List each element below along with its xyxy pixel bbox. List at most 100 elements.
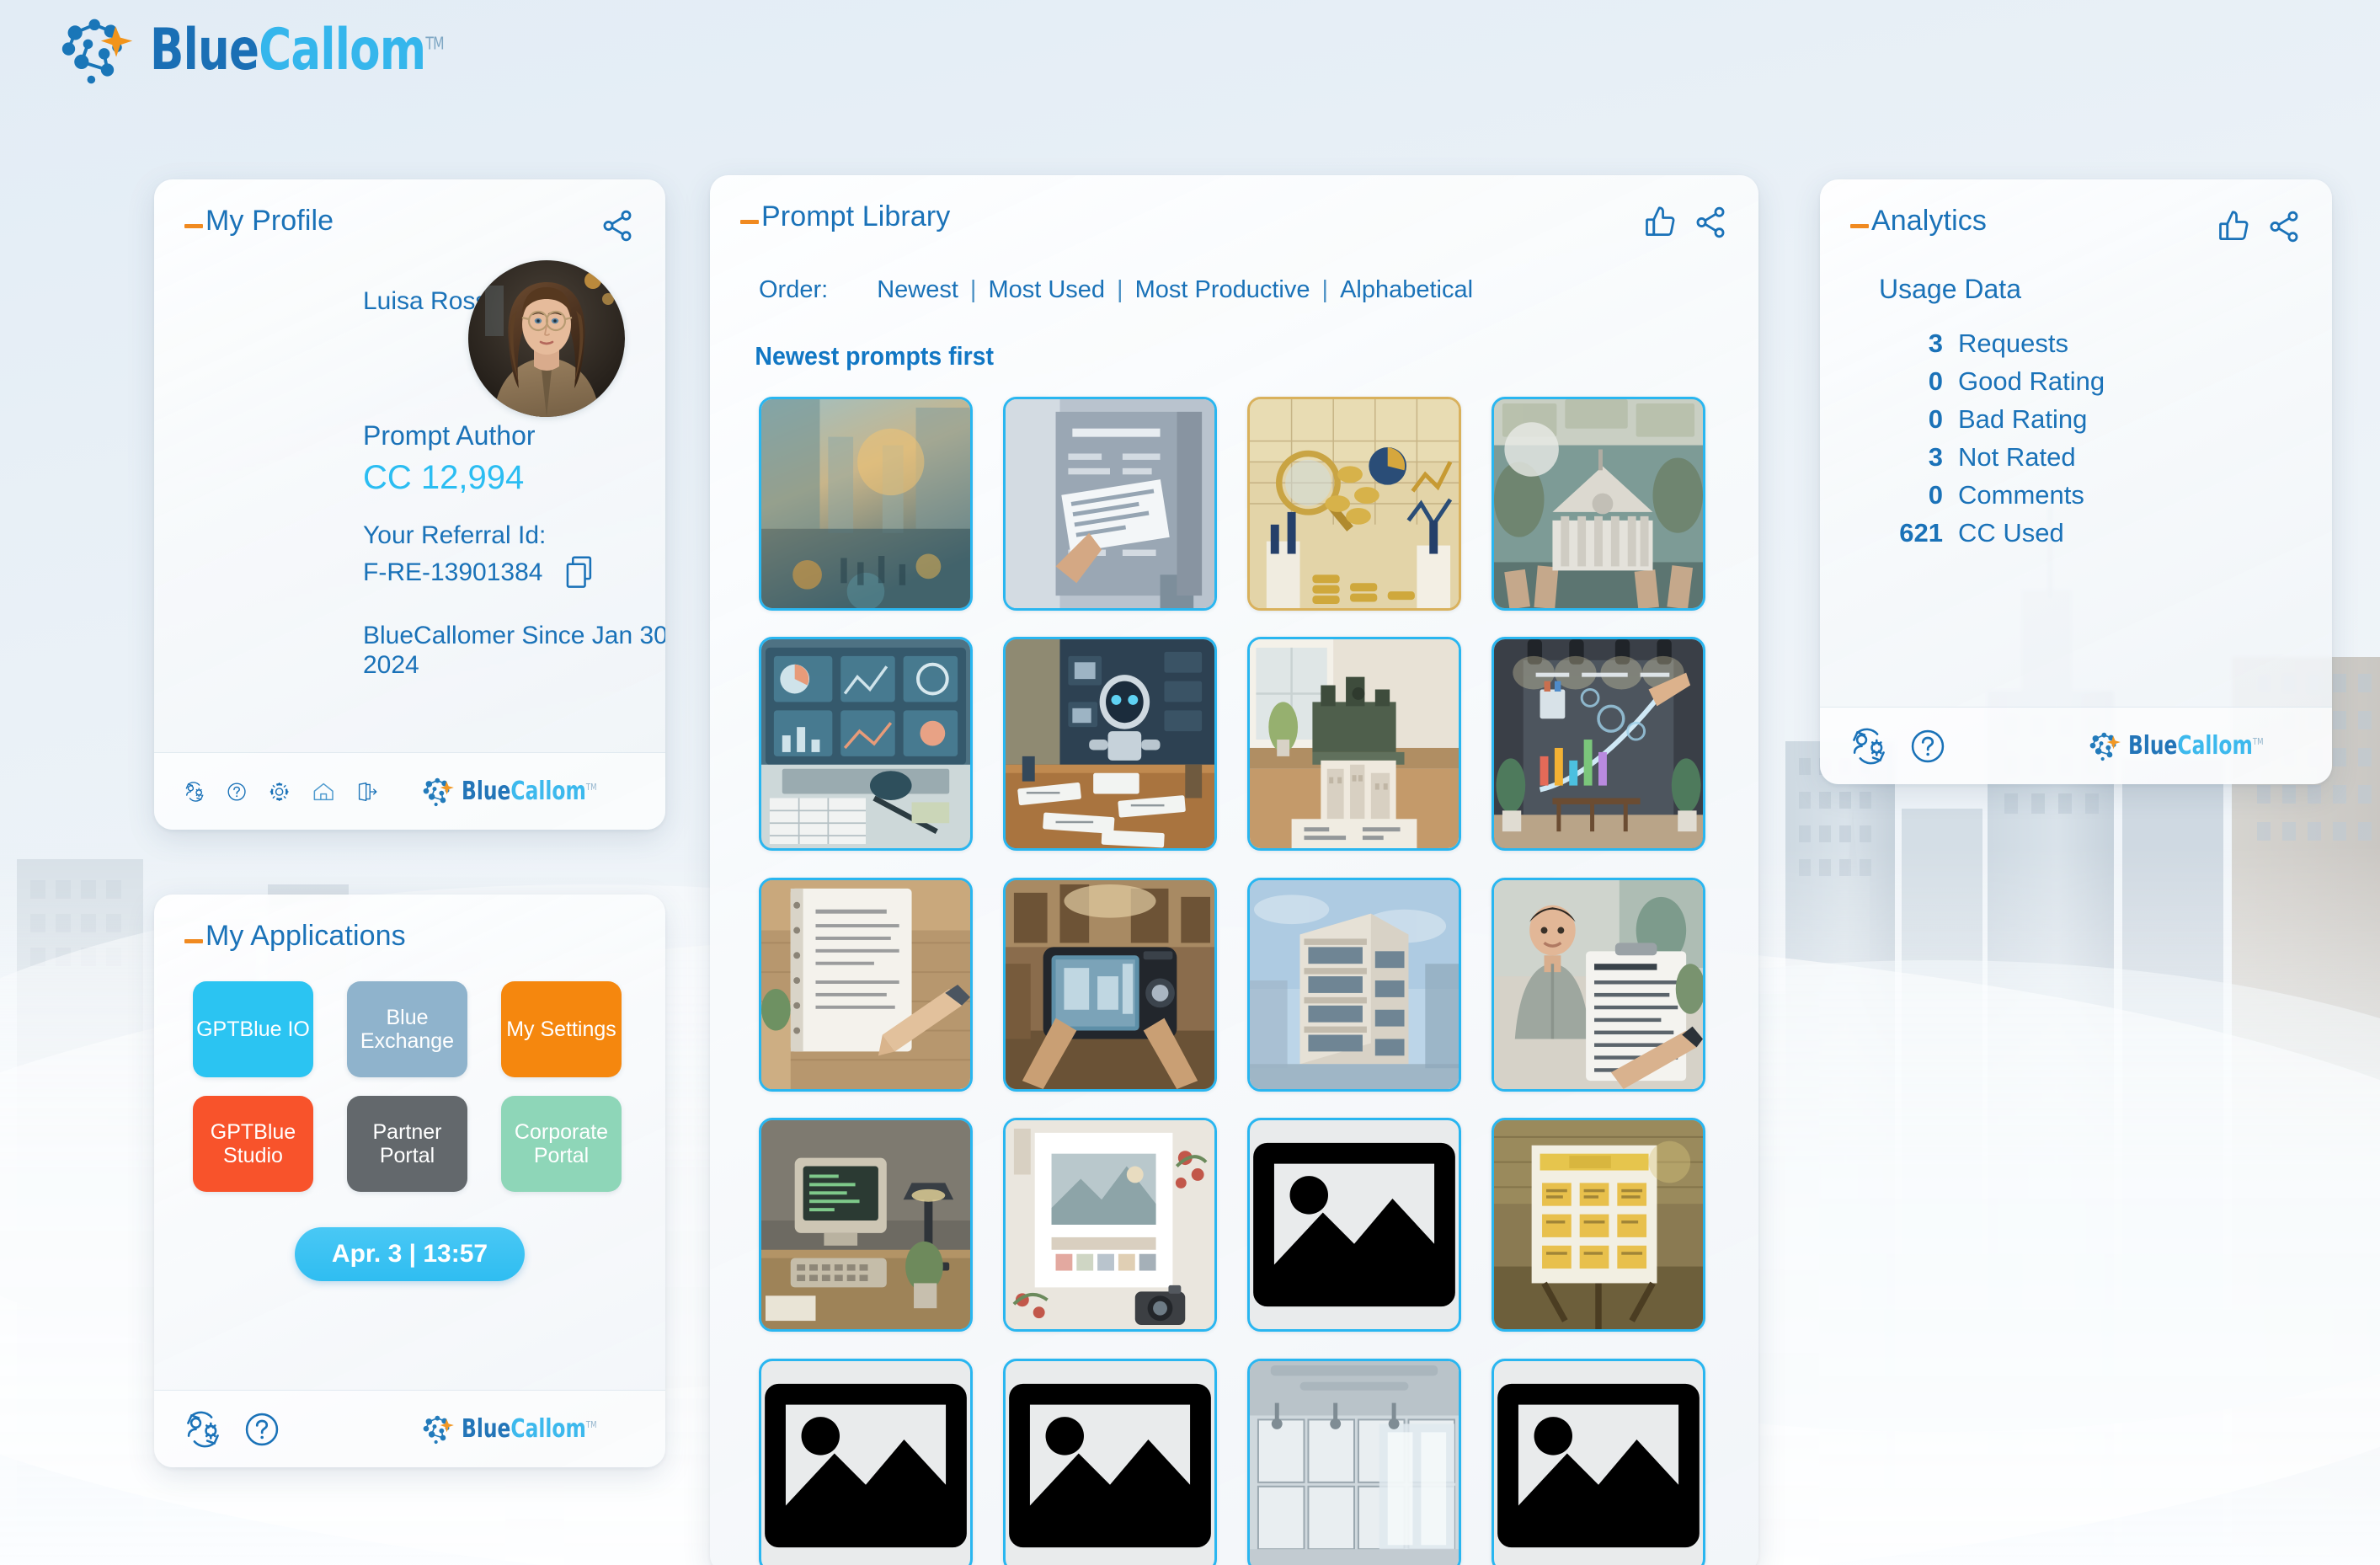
bluecallom-logo-mark-small — [423, 1415, 455, 1444]
thumb-glass-office-interior — [1250, 1360, 1459, 1565]
prompt-thumbnail[interactable] — [1003, 397, 1217, 611]
thumbs-up-icon[interactable] — [2216, 208, 2253, 245]
copy-icon[interactable] — [564, 555, 596, 590]
bluecallom-logo-mark — [61, 19, 133, 84]
stat-row-requests: 3 Requests — [1879, 328, 2332, 359]
date-pill-wrap: Apr. 3 | 13:57 — [193, 1227, 627, 1281]
avatar[interactable] — [468, 260, 625, 417]
help-icon[interactable] — [243, 1411, 280, 1448]
order-option-most-used[interactable]: Most Used — [988, 276, 1105, 304]
prompt-thumbnail[interactable] — [1492, 877, 1705, 1092]
order-label: Order: — [759, 276, 829, 303]
analytics-card-footer: BlueCallomTM — [1820, 707, 2332, 784]
footer-word-blue: Blue — [2128, 730, 2178, 761]
title-dash-marker — [740, 220, 759, 224]
apps-body: GPTBlue IO Blue Exchange My Settings GPT… — [154, 953, 665, 1390]
prompt-thumbnail[interactable] — [1247, 637, 1461, 852]
app-tile-gptblue-studio[interactable]: GPTBlue Studio — [193, 1096, 313, 1192]
order-option-alphabetical[interactable]: Alphabetical — [1340, 276, 1473, 304]
footer-word-blue: Blue — [462, 1413, 511, 1444]
thumb-futuristic-city — [761, 399, 970, 608]
app-tile-blue-exchange[interactable]: Blue Exchange — [347, 981, 467, 1077]
app-tile-partner-portal[interactable]: Partner Portal — [347, 1096, 467, 1192]
help-icon[interactable] — [227, 773, 247, 810]
thumb-notebook-writing — [761, 879, 970, 1089]
order-option-most-productive[interactable]: Most Productive — [1135, 276, 1310, 304]
footer-wordmark: BlueCallomTM — [2128, 730, 2264, 761]
app-tile-label: Blue Exchange — [360, 1005, 455, 1054]
apps-card-footer: BlueCallomTM — [154, 1390, 665, 1467]
stat-label: Bad Rating — [1958, 404, 2088, 434]
prompt-thumbnail[interactable] — [1003, 637, 1217, 852]
profile-role: Prompt Author — [363, 420, 536, 451]
stat-value: 0 — [1928, 404, 1943, 434]
prompt-thumbnail[interactable] — [1247, 1358, 1461, 1565]
help-icon[interactable] — [1909, 728, 1946, 765]
user-switch-icon[interactable] — [184, 773, 205, 810]
user-switch-icon[interactable] — [184, 1411, 221, 1448]
my-applications-card: My Applications GPTBlue IO Blue Exchange… — [154, 895, 665, 1467]
prompt-thumbnail-placeholder[interactable] — [1247, 1118, 1461, 1333]
prompt-thumbnail-placeholder[interactable] — [1492, 1358, 1705, 1565]
prompt-thumbnail[interactable] — [1003, 1118, 1217, 1333]
stat-label: CC Used — [1958, 518, 2064, 547]
library-header-icons — [1642, 200, 1728, 241]
thumb-invoice-presentation — [1006, 399, 1214, 608]
analytics-body: Usage Data 3 Requests 0 Good Rating 0 Ba… — [1820, 245, 2332, 707]
share-icon[interactable] — [1693, 205, 1728, 240]
user-switch-icon[interactable] — [1850, 728, 1887, 765]
brand-logo: BlueCallomTM — [57, 12, 526, 89]
prompt-thumbnail[interactable] — [1492, 1118, 1705, 1333]
order-row: Order: Newest | Most Used | Most Product… — [710, 241, 1758, 304]
library-card-title-wrap: Prompt Library — [740, 200, 950, 233]
stat-label: Not Rated — [1958, 442, 2076, 472]
order-options: Newest | Most Used | Most Productive | A… — [877, 276, 1473, 304]
image-placeholder-icon — [1497, 1383, 1700, 1547]
footer-wordmark: BlueCallomTM — [462, 778, 597, 804]
order-separator: | — [1117, 276, 1123, 303]
profile-referral-row: F-RE-13901384 — [363, 555, 596, 590]
prompt-thumbnail[interactable] — [759, 1118, 973, 1333]
footer-word-callom: Callom — [2177, 730, 2254, 761]
prompt-library-card: Prompt Library Order: Newest | Most Used — [710, 175, 1758, 1565]
footer-brand-logo: BlueCallomTM — [421, 1413, 635, 1446]
date-time-badge[interactable]: Apr. 3 | 13:57 — [294, 1227, 526, 1281]
brand-wordmark: BlueCallomTM — [150, 22, 445, 79]
apps-title: My Applications — [205, 920, 406, 952]
analytics-title: Analytics — [1871, 205, 1987, 237]
analytics-header-icons — [2216, 205, 2302, 245]
profile-card-title-wrap: My Profile — [184, 205, 334, 238]
gear-icon[interactable] — [269, 772, 290, 811]
thumb-analytics-dashboard-desk — [761, 639, 970, 849]
thumb-camera-interior — [1006, 879, 1214, 1089]
thumb-architecture-paper-model — [1250, 639, 1459, 849]
prompt-thumbnail[interactable] — [1492, 397, 1705, 611]
title-dash-marker — [184, 224, 203, 228]
share-icon[interactable] — [2266, 209, 2302, 244]
app-tile-corporate-portal[interactable]: Corporate Portal — [501, 1096, 622, 1192]
prompt-thumbnail-placeholder[interactable] — [1003, 1358, 1217, 1565]
prompt-thumbnail[interactable] — [759, 397, 973, 611]
prompt-thumbnail[interactable] — [759, 877, 973, 1092]
profile-member-since: BlueCallomer Since Jan 30, 2024 — [363, 622, 665, 680]
order-option-newest[interactable]: Newest — [877, 276, 958, 304]
app-tile-gptblue-io[interactable]: GPTBlue IO — [193, 981, 313, 1077]
prompt-thumbnail-placeholder[interactable] — [759, 1358, 973, 1565]
apps-card-header: My Applications — [154, 895, 665, 953]
prompt-thumbnail[interactable] — [1247, 877, 1461, 1092]
prompt-thumbnail[interactable] — [759, 637, 973, 852]
home-icon[interactable] — [312, 772, 334, 811]
profile-referral-id: F-RE-13901384 — [363, 558, 543, 586]
prompt-thumbnail[interactable] — [1003, 877, 1217, 1092]
stat-row-good-rating: 0 Good Rating — [1879, 366, 2332, 397]
brand-trademark: TM — [425, 33, 444, 54]
share-icon[interactable] — [600, 208, 635, 243]
logout-icon[interactable] — [356, 772, 377, 811]
app-tile-my-settings[interactable]: My Settings — [501, 981, 622, 1077]
usage-stats-list: 3 Requests 0 Good Rating 0 Bad Rating 3 … — [1879, 328, 2332, 548]
thumb-robot-office-receipts — [1006, 639, 1214, 849]
prompt-thumbnail[interactable] — [1492, 637, 1705, 852]
prompt-thumbnail[interactable] — [1247, 397, 1461, 611]
analytics-card-header: Analytics — [1820, 179, 2332, 245]
thumbs-up-icon[interactable] — [1642, 204, 1679, 241]
